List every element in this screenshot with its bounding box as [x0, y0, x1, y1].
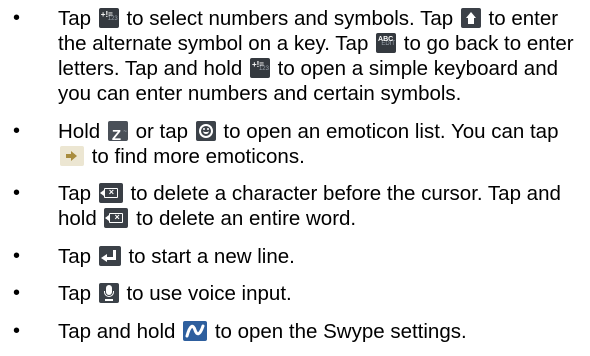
document-page: • Tap 123 +!= to select numbers and symbo… [0, 0, 590, 343]
bullet-dot: • [13, 119, 21, 142]
list-item: • Tap to start a new line. [0, 244, 585, 269]
smiley-key-icon [195, 120, 216, 141]
bullet-dot: • [13, 182, 21, 204]
list-item: • Tap and hold to open the Swype setting… [0, 319, 585, 344]
text-run: Tap [58, 282, 92, 305]
enter-key-icon [98, 245, 121, 266]
text-run: to use voice input. [126, 282, 292, 305]
text-run: to start a new line. [128, 244, 295, 268]
text-run: Tap [58, 244, 92, 268]
text-run: to open the Swype settings. [214, 319, 467, 343]
abc-letters-key-icon: EDIT ABC [376, 33, 397, 53]
z-key-icon: ~ Z [107, 120, 128, 144]
bullet-dot: • [13, 319, 21, 342]
text-run: Tap [58, 182, 92, 205]
text-run: to delete an entire word. [136, 207, 357, 230]
text-run: Tap and hold [58, 319, 176, 343]
text-run: Hold [58, 119, 101, 143]
text-run: to open an emoticon list. You can tap [223, 119, 559, 143]
text-run: to select numbers and symbols. Tap [126, 7, 454, 30]
microphone-key-icon [98, 283, 119, 303]
numbers-symbols-key-icon: 123 +!= [98, 8, 119, 28]
delete-key-icon: × [104, 208, 129, 228]
bullet-dot: • [13, 7, 21, 29]
bullet-dot: • [13, 282, 21, 304]
numbers-symbols-key-icon: 123 +!= [249, 58, 270, 78]
bullet-list: • Tap 123 +!= to select numbers and symbo… [0, 6, 585, 356]
text-run: Tap [58, 7, 92, 30]
list-item: • Tap to use voice input. [0, 281, 585, 306]
text-run: to find more emoticons. [91, 144, 305, 168]
list-item: • Hold ~ Z or tap to open an emoticon lis… [0, 119, 585, 169]
list-item: • Tap 123 +!= to select numbers and symbo… [0, 6, 585, 106]
more-arrow-icon [60, 145, 84, 166]
list-item: • Tap × to delete a character before the… [0, 181, 585, 231]
swype-key-icon [183, 320, 208, 341]
bullet-dot: • [13, 244, 21, 267]
text-run: or tap [135, 119, 188, 143]
delete-key-icon: × [98, 183, 123, 203]
shift-alt-key-icon [460, 8, 481, 28]
